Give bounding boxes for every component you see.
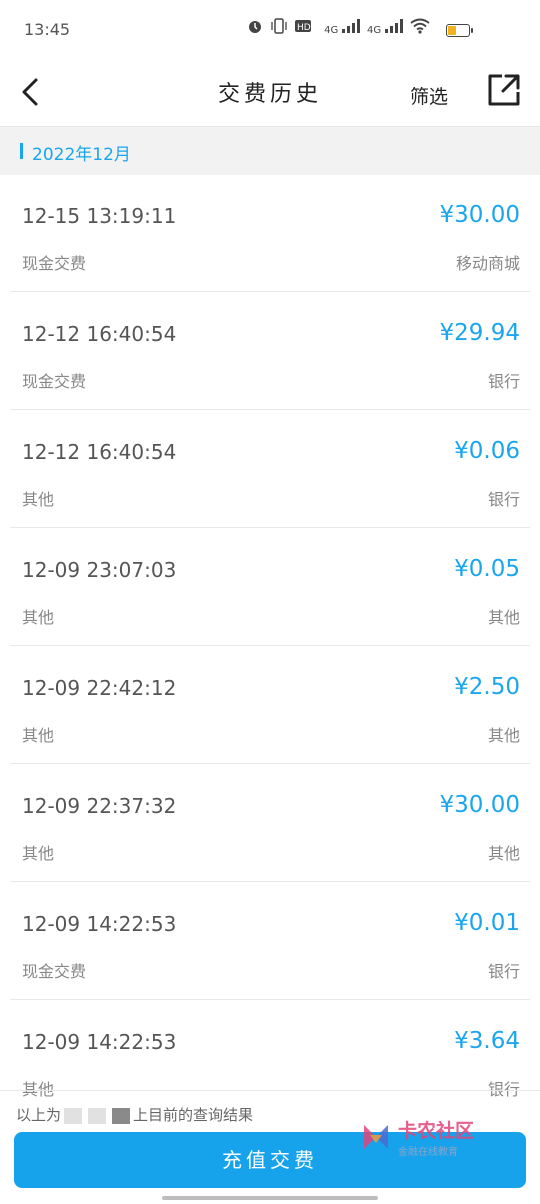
record-amount: ¥0.01 <box>454 910 520 936</box>
watermark: 卡农社区 金融在线教育 <box>360 1116 474 1158</box>
status-bar: 13:45 HD 4G 4G <box>0 0 540 62</box>
record-amount: ¥0.05 <box>454 556 520 582</box>
redacted-block <box>88 1107 107 1124</box>
record-datetime: 12-09 14:22:53 <box>22 1030 177 1054</box>
list-item[interactable]: 12-09 14:22:53 ¥3.64 其他 银行 <box>0 1000 540 1118</box>
record-datetime: 12-09 22:42:12 <box>22 676 177 700</box>
watermark-title: 卡农社区 <box>397 1120 474 1142</box>
watermark-subtitle: 金融在线教育 <box>397 1147 458 1158</box>
record-datetime: 12-09 14:22:53 <box>22 912 177 936</box>
record-datetime: 12-12 16:40:54 <box>22 440 177 464</box>
status-icons: HD 4G 4G <box>247 18 430 37</box>
record-amount: ¥30.00 <box>439 792 520 818</box>
record-type: 其他 <box>22 726 55 745</box>
month-label: 2022年12月 <box>32 145 131 165</box>
record-datetime: 12-09 22:37:32 <box>22 794 177 818</box>
nav-bar: 交费历史 筛选 <box>0 62 540 126</box>
record-amount: ¥30.00 <box>439 202 520 228</box>
record-type: 其他 <box>22 844 55 863</box>
net-label: 4G <box>367 25 382 36</box>
record-channel: 其他 <box>487 844 520 863</box>
record-type: 其他 <box>22 490 55 509</box>
record-channel: 移动商城 <box>455 254 520 273</box>
record-type: 其他 <box>22 1080 55 1099</box>
battery-icon <box>446 24 473 37</box>
list-item[interactable]: 12-09 22:37:32 ¥30.00 其他 其他 <box>0 764 540 882</box>
svg-text:HD: HD <box>297 23 311 33</box>
payment-history-list: 12-15 13:19:11 ¥30.00 现金交费 移动商城 12-12 16… <box>0 174 540 1118</box>
list-item[interactable]: 12-09 14:22:53 ¥0.01 现金交费 银行 <box>0 882 540 1000</box>
record-channel: 银行 <box>487 1080 520 1099</box>
record-type: 现金交费 <box>22 372 87 391</box>
record-amount: ¥29.94 <box>439 320 520 346</box>
redacted-block <box>64 1107 83 1124</box>
record-type: 现金交费 <box>22 254 87 273</box>
record-datetime: 12-15 13:19:11 <box>22 204 177 228</box>
record-channel: 其他 <box>487 726 520 745</box>
battery-fill <box>448 26 456 35</box>
record-type: 其他 <box>22 608 55 627</box>
page-title: 交费历史 <box>217 82 322 107</box>
signal-4g-icon: 4G <box>367 19 403 36</box>
vibrate-icon <box>270 18 288 37</box>
record-channel: 其他 <box>487 608 520 627</box>
share-icon <box>488 74 520 106</box>
home-indicator[interactable] <box>162 1196 378 1200</box>
record-channel: 银行 <box>487 962 520 981</box>
record-amount: ¥0.06 <box>454 438 520 464</box>
record-channel: 银行 <box>487 490 520 509</box>
note-prefix: 以上为 <box>16 1106 62 1124</box>
hd-icon: HD <box>295 18 317 37</box>
footer-divider <box>0 1090 540 1091</box>
record-datetime: 12-12 16:40:54 <box>22 322 177 346</box>
redacted-block <box>112 1107 131 1124</box>
month-header: 2022年12月 <box>0 126 540 175</box>
record-channel: 银行 <box>487 372 520 391</box>
alarm-icon <box>247 18 263 37</box>
net-label: 4G <box>324 25 339 36</box>
record-amount: ¥2.50 <box>454 674 520 700</box>
watermark-logo-icon <box>363 1125 388 1149</box>
list-item[interactable]: 12-09 22:42:12 ¥2.50 其他 其他 <box>0 646 540 764</box>
wifi-icon <box>410 18 430 37</box>
record-amount: ¥3.64 <box>454 1028 520 1054</box>
status-time: 13:45 <box>24 20 71 39</box>
signal-4g-icon: 4G <box>324 19 361 36</box>
list-item[interactable]: 12-15 13:19:11 ¥30.00 现金交费 移动商城 <box>0 174 540 292</box>
record-type: 现金交费 <box>22 962 87 981</box>
filter-button[interactable]: 筛选 <box>410 82 448 109</box>
list-item[interactable]: 12-12 16:40:54 ¥0.06 其他 银行 <box>0 410 540 528</box>
note-suffix: 上目前的查询结果 <box>133 1106 254 1124</box>
month-accent <box>20 143 23 159</box>
list-item[interactable]: 12-09 23:07:03 ¥0.05 其他 其他 <box>0 528 540 646</box>
record-datetime: 12-09 23:07:03 <box>22 558 177 582</box>
list-item[interactable]: 12-12 16:40:54 ¥29.94 现金交费 银行 <box>0 292 540 410</box>
share-button[interactable] <box>486 72 522 108</box>
